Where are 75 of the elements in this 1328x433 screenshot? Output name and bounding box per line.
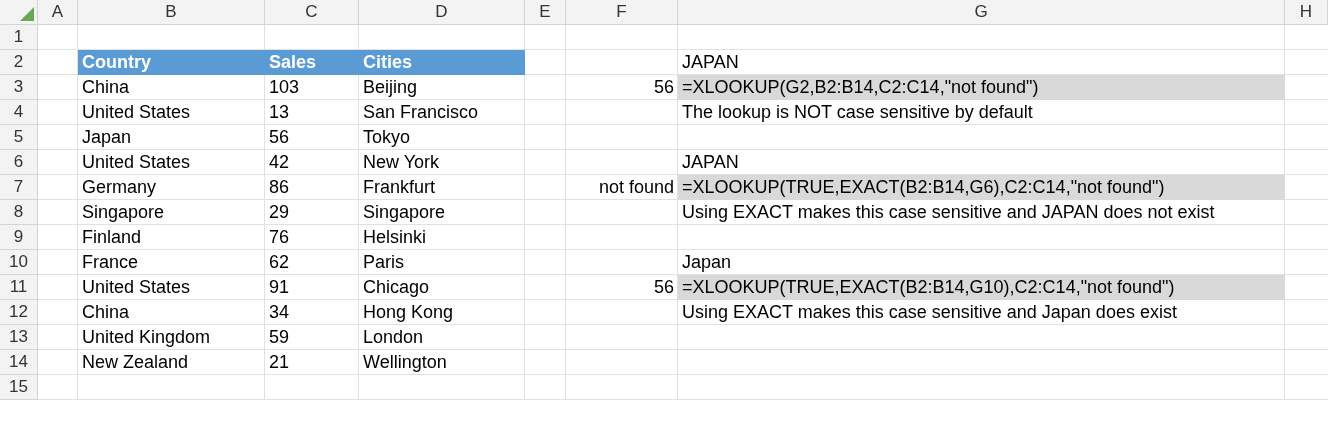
table-cell-text: China bbox=[81, 301, 131, 324]
table-cell-text: New Zealand bbox=[81, 351, 190, 374]
table-cell-text: 91 bbox=[268, 276, 291, 299]
table-cell-text: Using EXACT makes this case sensitive and Japan does exist bbox=[681, 301, 1178, 324]
row-header[interactable]: 5 bbox=[0, 125, 38, 150]
row-header[interactable]: 4 bbox=[0, 100, 38, 125]
row-header[interactable]: 13 bbox=[0, 325, 38, 350]
table-cell: Sales bbox=[265, 50, 359, 75]
table-cell-text: Singapore bbox=[362, 201, 447, 224]
table-cell: Cities bbox=[359, 50, 525, 75]
row-header[interactable]: 6 bbox=[0, 150, 38, 175]
table-cell-text: 13 bbox=[268, 101, 291, 124]
row-header[interactable]: 15 bbox=[0, 375, 38, 400]
column-header[interactable]: H bbox=[1285, 0, 1328, 25]
row-header[interactable]: 3 bbox=[0, 75, 38, 100]
table-cell-text: The lookup is NOT case sensitive by default bbox=[681, 101, 1034, 124]
table-cell-text: 21 bbox=[268, 351, 291, 374]
table-cell-text: 56 bbox=[652, 76, 675, 99]
table-cell-text: JAPAN bbox=[681, 51, 740, 74]
table-cell-text: United States bbox=[81, 101, 192, 124]
table-cell-text: Chicago bbox=[362, 276, 431, 299]
column-header[interactable]: F bbox=[566, 0, 678, 25]
table-cell-text: Helsinki bbox=[362, 226, 428, 249]
table-cell-text: 59 bbox=[268, 326, 291, 349]
table-cell-text: 42 bbox=[268, 151, 291, 174]
row-header[interactable]: 12 bbox=[0, 300, 38, 325]
table-cell-text: 56 bbox=[268, 126, 291, 149]
table-cell-text: New York bbox=[362, 151, 441, 174]
select-all-icon[interactable] bbox=[20, 7, 34, 21]
table-cell-text: Beijing bbox=[362, 76, 419, 99]
table-cell-text: Japan bbox=[81, 126, 133, 149]
table-cell: =XLOOKUP(TRUE,EXACT(B2:B14,G10),C2:C14,"not found") bbox=[678, 275, 1285, 300]
table-cell: =XLOOKUP(TRUE,EXACT(B2:B14,G6),C2:C14,"not found") bbox=[678, 175, 1285, 200]
table-cell: Country bbox=[78, 50, 265, 75]
table-cell-text: France bbox=[81, 251, 140, 274]
table-cell-text: 34 bbox=[268, 301, 291, 324]
table-cell-text: 29 bbox=[268, 201, 291, 224]
row-header[interactable]: 10 bbox=[0, 250, 38, 275]
table-cell-text: United Kingdom bbox=[81, 326, 212, 349]
table-cell-text: Wellington bbox=[362, 351, 448, 374]
row-header[interactable]: 8 bbox=[0, 200, 38, 225]
table-cell-text: 76 bbox=[268, 226, 291, 249]
column-header[interactable]: D bbox=[359, 0, 525, 25]
row-header[interactable]: 9 bbox=[0, 225, 38, 250]
table-cell-text: Japan bbox=[681, 251, 733, 274]
table-cell-text: 56 bbox=[652, 276, 675, 299]
table-cell-text: London bbox=[362, 326, 425, 349]
table-cell-text: 62 bbox=[268, 251, 291, 274]
table-cell-text: Using EXACT makes this case sensitive and JAPAN does not exist bbox=[681, 201, 1216, 224]
table-cell-text: 86 bbox=[268, 176, 291, 199]
table-cell-text: 103 bbox=[268, 76, 301, 99]
column-header[interactable]: E bbox=[525, 0, 566, 25]
table-cell-text: Singapore bbox=[81, 201, 166, 224]
table-cell-text: Finland bbox=[81, 226, 143, 249]
table-cell-text: Germany bbox=[81, 176, 158, 199]
table-cell: =XLOOKUP(G2,B2:B14,C2:C14,"not found") bbox=[678, 75, 1285, 100]
table-cell-text: JAPAN bbox=[681, 151, 740, 174]
table-cell-text: Paris bbox=[362, 251, 405, 274]
row-header[interactable]: 1 bbox=[0, 25, 38, 50]
table-cell-text: Hong Kong bbox=[362, 301, 455, 324]
column-header[interactable]: G bbox=[678, 0, 1285, 25]
column-header[interactable]: B bbox=[78, 0, 265, 25]
column-header[interactable]: A bbox=[38, 0, 78, 25]
row-header[interactable]: 14 bbox=[0, 350, 38, 375]
table-cell-text: China bbox=[81, 76, 131, 99]
column-header[interactable]: C bbox=[265, 0, 359, 25]
row-header[interactable]: 7 bbox=[0, 175, 38, 200]
table-cell-text: Tokyo bbox=[362, 126, 412, 149]
table-cell-text: Frankfurt bbox=[362, 176, 437, 199]
table-cell-text: United States bbox=[81, 151, 192, 174]
row-header[interactable]: 11 bbox=[0, 275, 38, 300]
table-cell-text: not found bbox=[597, 176, 675, 199]
row-header[interactable]: 2 bbox=[0, 50, 38, 75]
table-cell-text: United States bbox=[81, 276, 192, 299]
table-cell-text: San Francisco bbox=[362, 101, 480, 124]
